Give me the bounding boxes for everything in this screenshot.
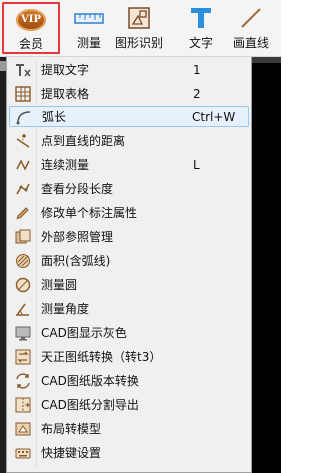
- menu-item-arc-length[interactable]: 弧长 Ctrl+W: [9, 106, 249, 127]
- toolbar-shape-recognition-button[interactable]: 图形识别: [110, 2, 168, 54]
- menu-item-split-export[interactable]: CAD图纸分割导出: [9, 394, 249, 415]
- toolbar: VIP 会员 测量 图形识别 文字 画直线: [0, 0, 281, 57]
- area-arc-icon: [15, 253, 31, 269]
- split-export-icon: [15, 397, 31, 413]
- layout-to-model-icon: [15, 421, 31, 437]
- vip-icon: VIP: [16, 6, 46, 33]
- gray-display-icon: [15, 325, 31, 341]
- menu-item-segment-length[interactable]: 查看分段长度: [9, 178, 249, 199]
- menu-item-label: 快捷键设置: [41, 446, 102, 460]
- version-convert-icon: [15, 372, 31, 389]
- menu-item-label: 连续测量: [41, 158, 90, 172]
- menu-item-layout-to-model[interactable]: 布局转模型: [9, 418, 249, 439]
- menu-item-label: 查看分段长度: [41, 182, 114, 196]
- menu-item-point-to-line[interactable]: 点到直线的距离: [9, 130, 249, 151]
- extract-table-icon: [15, 85, 31, 102]
- menu-item-label: 提取表格: [41, 87, 90, 101]
- tangent-convert-icon: [15, 349, 31, 365]
- drawing-canvas[interactable]: [252, 57, 281, 473]
- keyboard-icon: [15, 445, 31, 461]
- menu-item-measure-circle[interactable]: 测量圆: [9, 274, 249, 295]
- menu-item-label: 外部参照管理: [41, 230, 114, 244]
- menu-item-edit-annotation[interactable]: 修改单个标注属性: [9, 202, 249, 223]
- xref-icon: [15, 229, 31, 245]
- toolbar-vip-button[interactable]: VIP 会员: [2, 2, 60, 54]
- menu-item-shortcut: 2: [193, 86, 201, 101]
- menu-item-version-convert[interactable]: CAD图纸版本转换: [9, 370, 249, 391]
- menu-item-label: 修改单个标注属性: [41, 206, 138, 220]
- menu-item-label: CAD图纸分割导出: [41, 398, 139, 412]
- menu-item-label: 点到直线的距离: [41, 134, 126, 148]
- menu-item-label: CAD图显示灰色: [41, 326, 127, 340]
- measure-angle-icon: [15, 301, 31, 317]
- point-to-line-icon: [15, 133, 31, 149]
- arc-length-icon: [16, 109, 32, 125]
- draw-line-icon: [239, 4, 263, 32]
- menu-item-gray-display[interactable]: CAD图显示灰色: [9, 322, 249, 343]
- toolbar-label-text: 文字: [188, 36, 213, 50]
- menu-item-label: 弧长: [42, 110, 67, 124]
- menu-item-measure-angle[interactable]: 测量角度: [9, 298, 249, 319]
- toolbar-label-vip: 会员: [18, 37, 43, 51]
- menu-item-extract-table[interactable]: 提取表格 2: [9, 83, 249, 104]
- menu-item-shortcut: Ctrl+W: [192, 109, 236, 124]
- vip-dropdown-menu: 提取文字 1 提取表格 2 弧长 Ctrl+W 点到直线的距离 连续测量 L 查…: [6, 57, 252, 473]
- toolbar-label-draw-line: 画直线: [232, 36, 269, 50]
- shape-recognition-icon: [127, 4, 151, 32]
- menu-item-label: CAD图纸版本转换: [41, 374, 139, 388]
- continuous-measure-icon: [15, 157, 31, 173]
- segment-length-icon: [15, 181, 31, 197]
- extract-text-icon: [15, 62, 31, 78]
- menu-item-shortcut-settings[interactable]: 快捷键设置: [9, 442, 249, 463]
- menu-item-xref-management[interactable]: 外部参照管理: [9, 226, 249, 247]
- menu-item-tangent-convert[interactable]: 天正图纸转换（转t3）: [9, 346, 249, 367]
- menu-item-label: 提取文字: [41, 63, 90, 77]
- measure-circle-icon: [15, 277, 31, 293]
- toolbar-draw-line-button[interactable]: 画直线: [222, 2, 280, 54]
- menu-item-label: 布局转模型: [41, 422, 102, 436]
- menu-item-extract-text[interactable]: 提取文字 1: [9, 59, 249, 80]
- text-t-icon: [190, 4, 212, 32]
- menu-item-label: 测量圆: [41, 278, 78, 292]
- menu-item-shortcut: 1: [193, 62, 201, 77]
- menu-item-continuous-measure[interactable]: 连续测量 L: [9, 154, 249, 175]
- edit-annotation-icon: [15, 205, 31, 221]
- menu-item-area-arc[interactable]: 面积(含弧线): [9, 250, 249, 271]
- menu-item-label: 天正图纸转换（转t3）: [41, 350, 162, 364]
- toolbar-label-measure: 测量: [76, 36, 101, 50]
- menu-item-label: 测量角度: [41, 302, 90, 316]
- menu-item-shortcut: L: [193, 157, 200, 172]
- toolbar-label-shape-recognition: 图形识别: [114, 36, 163, 50]
- menu-item-label: 面积(含弧线): [41, 254, 111, 268]
- ruler-icon: [74, 4, 104, 32]
